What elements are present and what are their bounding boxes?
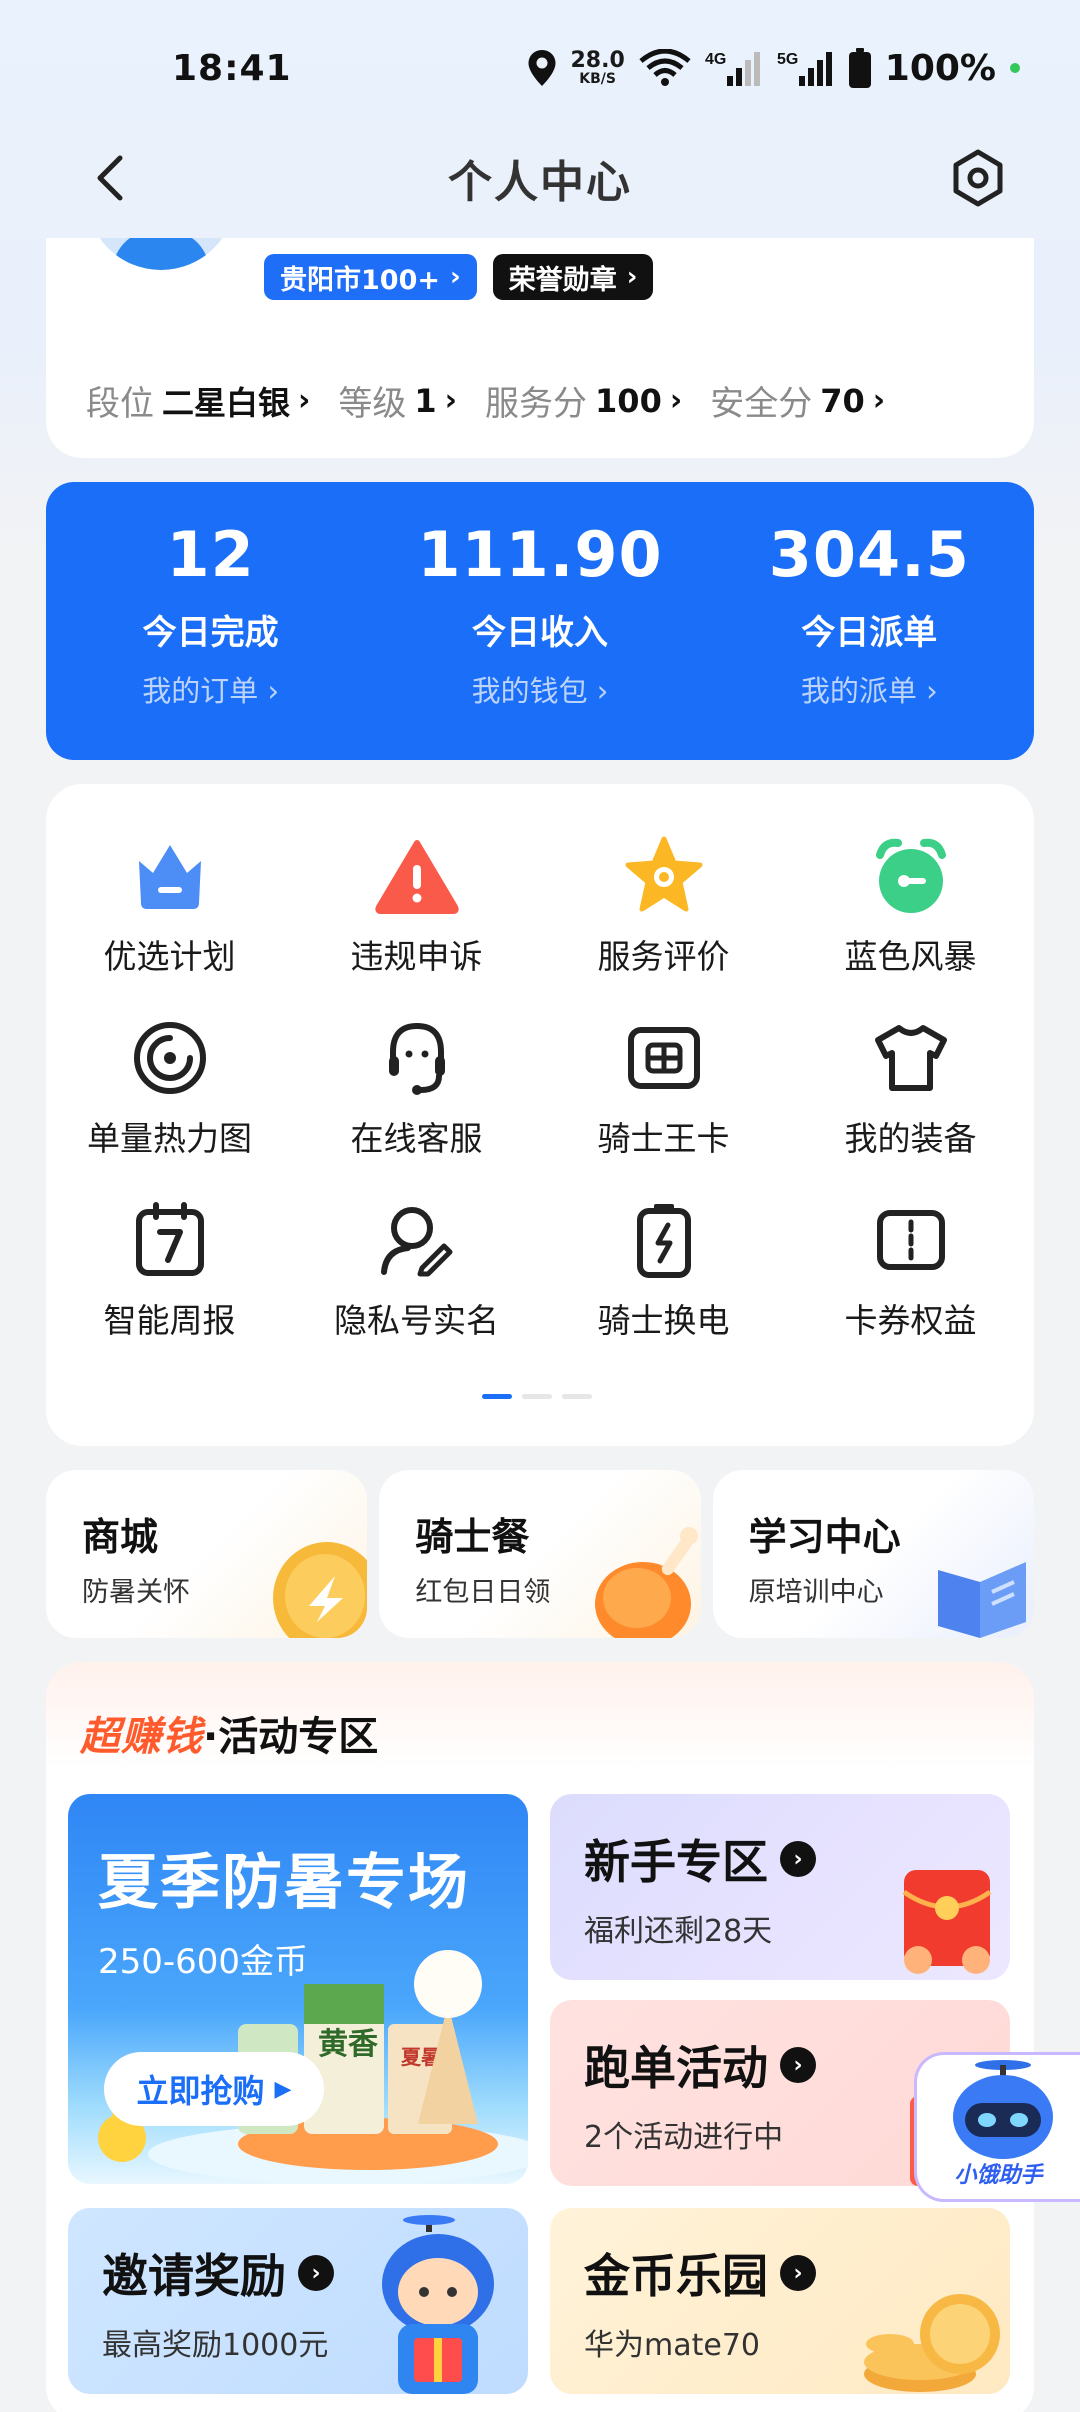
network-speed: 28.0 KB/S <box>570 48 625 87</box>
today-summary: 12 今日完成 我的订单 › 111.90 今日收入 我的钱包 › 304.5 … <box>46 482 1034 760</box>
chevron-right-icon: › <box>298 383 311 418</box>
city-rank-badge[interactable]: 贵阳市100+ › <box>264 254 477 300</box>
my-wallet-link[interactable]: 我的钱包 › <box>472 668 609 710</box>
alarm-clock-icon <box>869 834 953 918</box>
hot-money-label: 超赚钱 <box>80 1714 203 1760</box>
gold-coin-icon <box>273 1542 368 1638</box>
my-orders-link[interactable]: 我的订单 › <box>142 668 279 710</box>
grid-item-knight-card[interactable]: 骑士王卡 <box>540 1016 787 1160</box>
navigation-bar: 个人中心 <box>0 118 1080 238</box>
assistant-robot-icon <box>953 2060 1053 2159</box>
newbie-zone-tile[interactable]: 新手专区 › 福利还剩28天 <box>550 1794 1010 1980</box>
summer-promo-banner[interactable]: 黄香 夏暑叶 夏季防暑专场 250-600金币 立即抢购 ▶ <box>68 1794 528 2184</box>
chevron-right-icon: › <box>872 383 886 418</box>
activity-zone-title: ·活动专区 <box>203 1714 379 1760</box>
chevron-right-icon: › <box>449 262 461 292</box>
tshirt-icon <box>869 1016 953 1100</box>
stat-rank[interactable]: 段位 二星白银 › <box>86 376 310 425</box>
grid-item-coupons[interactable]: 卡券权益 <box>787 1198 1034 1342</box>
grid-item-service-rating[interactable]: 服务评价 <box>540 834 787 978</box>
crown-icon <box>128 834 212 918</box>
battery-swap-icon <box>622 1198 706 1282</box>
activity-zone: 超赚钱 ·活动专区 黄香 夏暑叶 夏季防暑专场 250-600金币 立即抢购 ▶… <box>46 1662 1034 2412</box>
buy-now-button[interactable]: 立即抢购 ▶ <box>104 2052 324 2126</box>
page-title: 个人中心 <box>448 157 632 208</box>
battery-percent: 100% <box>884 47 996 89</box>
signal-4g-icon: 4G <box>705 48 763 88</box>
stat-service-score[interactable]: 服务分 100 › <box>485 376 682 425</box>
back-arrow-icon <box>97 155 123 201</box>
feature-grid: 优选计划 违规申诉 服务评价 蓝色风暴 单量热力图 在线客服 骑士王卡 我的装备… <box>46 834 1034 1342</box>
activity-header: 超赚钱 ·活动专区 <box>80 1704 378 1762</box>
grid-page-indicator <box>482 1394 592 1399</box>
quick-entry-row: 商城 防暑关怀 骑士餐 红包日日领 学习中心 原培训中心 <box>46 1470 1034 1638</box>
chevron-right-icon: › <box>444 383 458 418</box>
warning-icon <box>374 834 459 918</box>
arrow-right-icon: › <box>780 2255 816 2291</box>
page-dot <box>562 1394 592 1399</box>
coin-park-tile[interactable]: 金币乐园 › 华为mate70 <box>550 2208 1010 2394</box>
chicken-leg-icon <box>594 1527 698 1638</box>
arrow-right-icon: › <box>298 2255 334 2291</box>
grid-item-weekly-report[interactable]: 智能周报 <box>46 1198 293 1342</box>
invite-reward-tile[interactable]: 邀请奖励 › 最高奖励1000元 <box>68 2208 528 2394</box>
stat-safety-score[interactable]: 安全分 70 › <box>710 376 885 425</box>
gear-icon <box>953 149 1003 207</box>
status-time: 18:41 <box>172 47 292 89</box>
target-icon <box>128 1016 212 1100</box>
grid-item-privacy-number[interactable]: 隐私号实名 <box>293 1198 540 1342</box>
honor-medal-badge[interactable]: 荣誉勋章 › <box>492 254 654 300</box>
book-icon <box>937 1562 1026 1638</box>
chevron-right-icon: › <box>626 262 638 292</box>
grid-item-online-support[interactable]: 在线客服 <box>293 1016 540 1160</box>
signal-5g-icon: 5G <box>777 48 835 88</box>
gold-coins-icon <box>864 2294 1000 2392</box>
grid-item-battery-swap[interactable]: 骑士换电 <box>540 1198 787 1342</box>
settings-button[interactable] <box>948 148 1008 208</box>
grid-item-violation-appeal[interactable]: 违规申诉 <box>293 834 540 978</box>
mall-card[interactable]: 商城 防暑关怀 <box>46 1470 368 1638</box>
grid-item-preferred-plan[interactable]: 优选计划 <box>46 834 293 978</box>
sim-card-icon <box>622 1016 706 1100</box>
back-button[interactable] <box>84 150 140 206</box>
arrow-right-icon: › <box>780 2047 816 2083</box>
location-icon <box>527 49 557 87</box>
battery-icon <box>848 48 871 88</box>
star-icon <box>622 834 706 918</box>
rider-meal-card[interactable]: 骑士餐 红包日日领 <box>379 1470 701 1638</box>
badges: 贵阳市100+ › 荣誉勋章 › <box>264 254 654 300</box>
feature-grid-card: 优选计划 违规申诉 服务评价 蓝色风暴 单量热力图 在线客服 骑士王卡 我的装备… <box>46 784 1034 1446</box>
page-dot-active <box>482 1394 512 1399</box>
coupon-icon <box>869 1198 953 1282</box>
summary-income[interactable]: 111.90 今日收入 我的钱包 › <box>375 482 704 760</box>
mascot-gift-icon <box>382 2215 494 2394</box>
rider-stats: 段位 二星白银 › 等级 1 › 服务分 100 › 安全分 70 › <box>86 376 885 425</box>
grid-item-heatmap[interactable]: 单量热力图 <box>46 1016 293 1160</box>
status-bar: 18:41 28.0 KB/S 4G 5G 100% <box>0 0 1080 136</box>
wifi-icon <box>639 49 691 87</box>
svg-text:5G: 5G <box>777 51 798 68</box>
chevron-right-icon: › <box>669 383 683 418</box>
summary-dispatch[interactable]: 304.5 今日派单 我的派单 › <box>705 482 1034 760</box>
grid-item-my-equipment[interactable]: 我的装备 <box>787 1016 1034 1160</box>
user-edit-icon <box>375 1198 459 1282</box>
svg-text:黄香: 黄香 <box>318 2027 378 2062</box>
page-dot <box>522 1394 552 1399</box>
privacy-indicator <box>1010 63 1020 73</box>
assistant-floating-button[interactable]: 小饿助手 <box>914 2052 1080 2202</box>
headset-icon <box>375 1016 459 1100</box>
status-icons: 28.0 KB/S 4G 5G 100% <box>527 47 1020 89</box>
learning-center-card[interactable]: 学习中心 原培训中心 <box>712 1470 1034 1638</box>
arrow-right-icon: › <box>780 1841 816 1877</box>
my-dispatch-link[interactable]: 我的派单 › <box>801 668 938 710</box>
play-arrow-icon: ▶ <box>274 2076 292 2102</box>
calendar-icon <box>128 1198 212 1282</box>
stat-level[interactable]: 等级 1 › <box>338 376 457 425</box>
red-envelope-icon <box>902 1870 992 1974</box>
grid-item-blue-storm[interactable]: 蓝色风暴 <box>787 834 1034 978</box>
svg-text:4G: 4G <box>705 51 726 68</box>
summary-completed[interactable]: 12 今日完成 我的订单 › <box>46 482 375 760</box>
